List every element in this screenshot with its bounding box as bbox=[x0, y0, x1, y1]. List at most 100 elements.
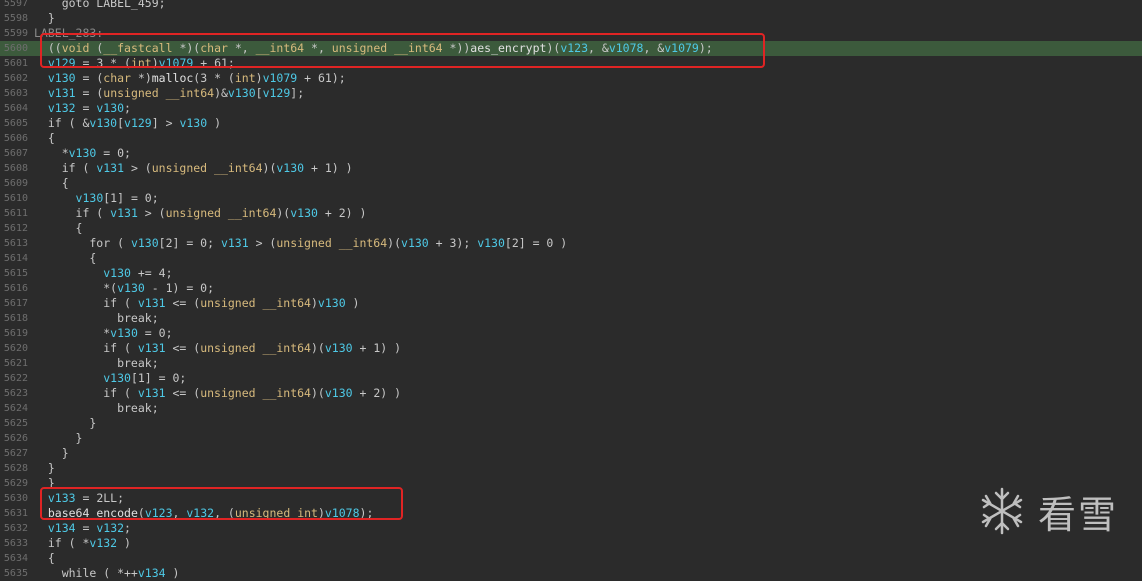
code-line[interactable]: 5599 LABEL_283: bbox=[0, 26, 1142, 41]
code-token: v130 bbox=[477, 236, 505, 250]
code-token: int bbox=[234, 71, 256, 85]
code-token: > ( bbox=[137, 206, 166, 220]
code-token: unsigned bbox=[234, 506, 291, 520]
code-text: *v130 = 0; bbox=[34, 146, 131, 161]
code-line[interactable]: 5600 ((void (__fastcall *)(char *, __int… bbox=[0, 41, 1142, 56]
code-line[interactable]: 5622 v130[1] = 0; bbox=[0, 371, 1142, 386]
code-line[interactable]: 5604 v132 = v130; bbox=[0, 101, 1142, 116]
code-line[interactable]: 5606 { bbox=[0, 131, 1142, 146]
code-line[interactable]: 5618 break; bbox=[0, 311, 1142, 326]
code-token: v134 bbox=[47, 521, 76, 535]
code-token: = bbox=[75, 101, 97, 115]
code-token: goto LABEL_459; bbox=[34, 0, 166, 10]
code-token: v123 bbox=[144, 506, 173, 520]
code-line[interactable]: 5632 v134 = v132; bbox=[0, 521, 1142, 536]
line-number: 5609 bbox=[3, 178, 28, 189]
code-line[interactable]: 5631 base64_encode(v123, v132, (unsigned… bbox=[0, 506, 1142, 521]
code-token: [1] = 0; bbox=[103, 191, 159, 205]
line-number: 5626 bbox=[3, 433, 28, 444]
code-line[interactable]: 5608 if ( v131 > (unsigned __int64)(v130… bbox=[0, 161, 1142, 176]
code-line[interactable]: 5607 *v130 = 0; bbox=[0, 146, 1142, 161]
code-line[interactable]: 5623 if ( v131 <= (unsigned __int64)(v13… bbox=[0, 386, 1142, 401]
code-token: ) bbox=[165, 566, 180, 580]
code-line[interactable]: 5597 goto LABEL_459; bbox=[0, 0, 1142, 11]
code-token: if ( bbox=[34, 341, 138, 355]
code-token: for ( bbox=[34, 236, 131, 250]
code-line[interactable]: 5602 v130 = (char *)malloc(3 * (int)v107… bbox=[0, 71, 1142, 86]
line-number: 5629 bbox=[3, 478, 28, 489]
line-number: 5613 bbox=[3, 238, 28, 249]
line-number: 5632 bbox=[3, 523, 28, 534]
code-line[interactable]: 5620 if ( v131 <= (unsigned __int64)(v13… bbox=[0, 341, 1142, 356]
code-text: v130[1] = 0; bbox=[34, 371, 186, 386]
code-token: v130 bbox=[103, 371, 131, 385]
code-token: = ( bbox=[75, 86, 104, 100]
code-token: + 61; bbox=[193, 56, 235, 70]
code-token: * bbox=[34, 146, 69, 160]
code-line[interactable]: 5616 *(v130 - 1) = 0; bbox=[0, 281, 1142, 296]
line-number: 5623 bbox=[3, 388, 28, 399]
code-token: [2] = 0 ) bbox=[504, 236, 568, 250]
code-text: { bbox=[34, 551, 55, 566]
code-token: if ( bbox=[34, 296, 138, 310]
code-line[interactable]: 5619 *v130 = 0; bbox=[0, 326, 1142, 341]
code-token: ] > bbox=[151, 116, 180, 130]
code-line[interactable]: 5624 break; bbox=[0, 401, 1142, 416]
code-token: __int64 bbox=[262, 386, 311, 400]
line-number: 5607 bbox=[3, 148, 28, 159]
code-line[interactable]: 5598 } bbox=[0, 11, 1142, 26]
code-line[interactable]: 5612 { bbox=[0, 221, 1142, 236]
code-line[interactable]: 5601 v129 = 3 * (int)v1079 + 61; bbox=[0, 56, 1142, 71]
code-token: v130 bbox=[276, 161, 305, 175]
code-token: v133 bbox=[47, 491, 76, 505]
code-text: break; bbox=[34, 311, 159, 326]
code-line[interactable]: 5617 if ( v131 <= (unsigned __int64)v130… bbox=[0, 296, 1142, 311]
line-number: 5628 bbox=[3, 463, 28, 474]
code-line[interactable]: 5609 { bbox=[0, 176, 1142, 191]
code-token: { bbox=[34, 251, 97, 265]
code-token: *)( bbox=[172, 41, 201, 55]
code-token: base64_encode bbox=[47, 506, 138, 520]
code-text: v134 = v132; bbox=[34, 521, 131, 536]
code-line[interactable]: 5603 v131 = (unsigned __int64)&v130[v129… bbox=[0, 86, 1142, 101]
code-line[interactable]: 5627 } bbox=[0, 446, 1142, 461]
code-line[interactable]: 5625 } bbox=[0, 416, 1142, 431]
code-token: break; bbox=[34, 356, 159, 370]
code-token: [ bbox=[255, 86, 263, 100]
code-token: v130 bbox=[117, 281, 145, 295]
code-line[interactable]: 5611 if ( v131 > (unsigned __int64)(v130… bbox=[0, 206, 1142, 221]
code-token: v130 bbox=[47, 71, 76, 85]
code-line[interactable]: 5613 for ( v130[2] = 0; v131 > (unsigned… bbox=[0, 236, 1142, 251]
code-token: ( bbox=[89, 41, 104, 55]
code-text: if ( v131 <= (unsigned __int64)v130 ) bbox=[34, 296, 359, 311]
code-line[interactable]: 5610 v130[1] = 0; bbox=[0, 191, 1142, 206]
code-token: } bbox=[34, 11, 55, 25]
code-token: } bbox=[34, 476, 55, 490]
code-token: { bbox=[34, 221, 83, 235]
code-line[interactable]: 5614 { bbox=[0, 251, 1142, 266]
code-text: v132 = v130; bbox=[34, 101, 131, 116]
code-line[interactable]: 5634 { bbox=[0, 551, 1142, 566]
code-token: )( bbox=[310, 386, 325, 400]
code-line[interactable]: 5626 } bbox=[0, 431, 1142, 446]
code-line[interactable]: 5633 if ( *v132 ) bbox=[0, 536, 1142, 551]
code-editor[interactable]: 5597 goto LABEL_459; 5598 } 5599 LABEL_283:… bbox=[0, 0, 1142, 580]
code-line[interactable]: 5628 } bbox=[0, 461, 1142, 476]
code-text: { bbox=[34, 131, 55, 146]
code-line[interactable]: 5621 break; bbox=[0, 356, 1142, 371]
watermark-text: 看雪 bbox=[1038, 492, 1119, 537]
code-token: ); bbox=[359, 506, 374, 520]
code-token: __int64 bbox=[255, 41, 305, 55]
code-token: * bbox=[34, 326, 111, 340]
code-line[interactable]: 5630 v133 = 2LL; bbox=[0, 491, 1142, 506]
code-token: + 1) ) bbox=[352, 341, 402, 355]
line-number: 5621 bbox=[3, 358, 28, 369]
code-line[interactable]: 5635 while ( *++v134 ) bbox=[0, 566, 1142, 581]
code-token: += 4; bbox=[130, 266, 173, 280]
code-line[interactable]: 5605 if ( &v130[v129] > v130 ) bbox=[0, 116, 1142, 131]
code-line[interactable]: 5629 } bbox=[0, 476, 1142, 491]
code-line[interactable]: 5615 v130 += 4; bbox=[0, 266, 1142, 281]
